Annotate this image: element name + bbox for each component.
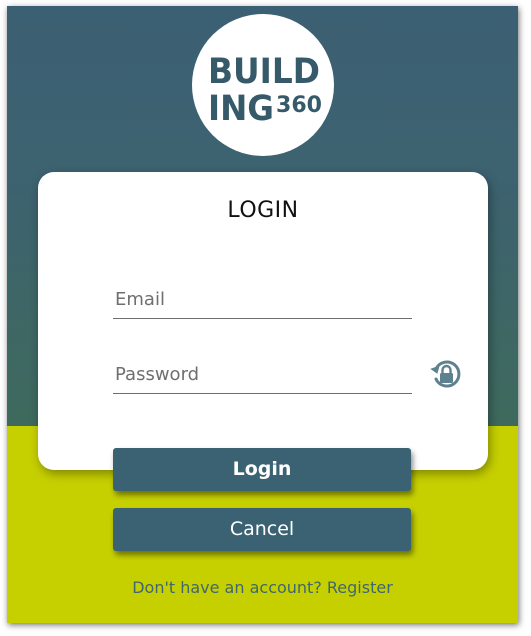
email-input[interactable] bbox=[113, 282, 414, 316]
register-link[interactable]: Don't have an account? Register bbox=[7, 578, 518, 597]
login-title: LOGIN bbox=[227, 198, 299, 223]
building360-logo-mark: BUILD ING 360 bbox=[208, 52, 322, 129]
cancel-button[interactable]: Cancel bbox=[113, 508, 411, 551]
lock-refresh-icon[interactable] bbox=[429, 357, 463, 391]
login-window: BUILD ING 360 LOGIN Login Cancel Don't h… bbox=[7, 6, 518, 623]
login-button[interactable]: Login bbox=[113, 448, 411, 491]
password-field bbox=[113, 357, 414, 394]
logo-suffix-360: 360 bbox=[276, 93, 322, 118]
email-field bbox=[113, 282, 414, 319]
logo-line-2: ING bbox=[208, 89, 274, 129]
login-card: LOGIN bbox=[38, 172, 488, 470]
logo-line-1: BUILD bbox=[208, 52, 320, 92]
password-input[interactable] bbox=[113, 357, 414, 391]
building360-logo: BUILD ING 360 bbox=[192, 14, 334, 156]
